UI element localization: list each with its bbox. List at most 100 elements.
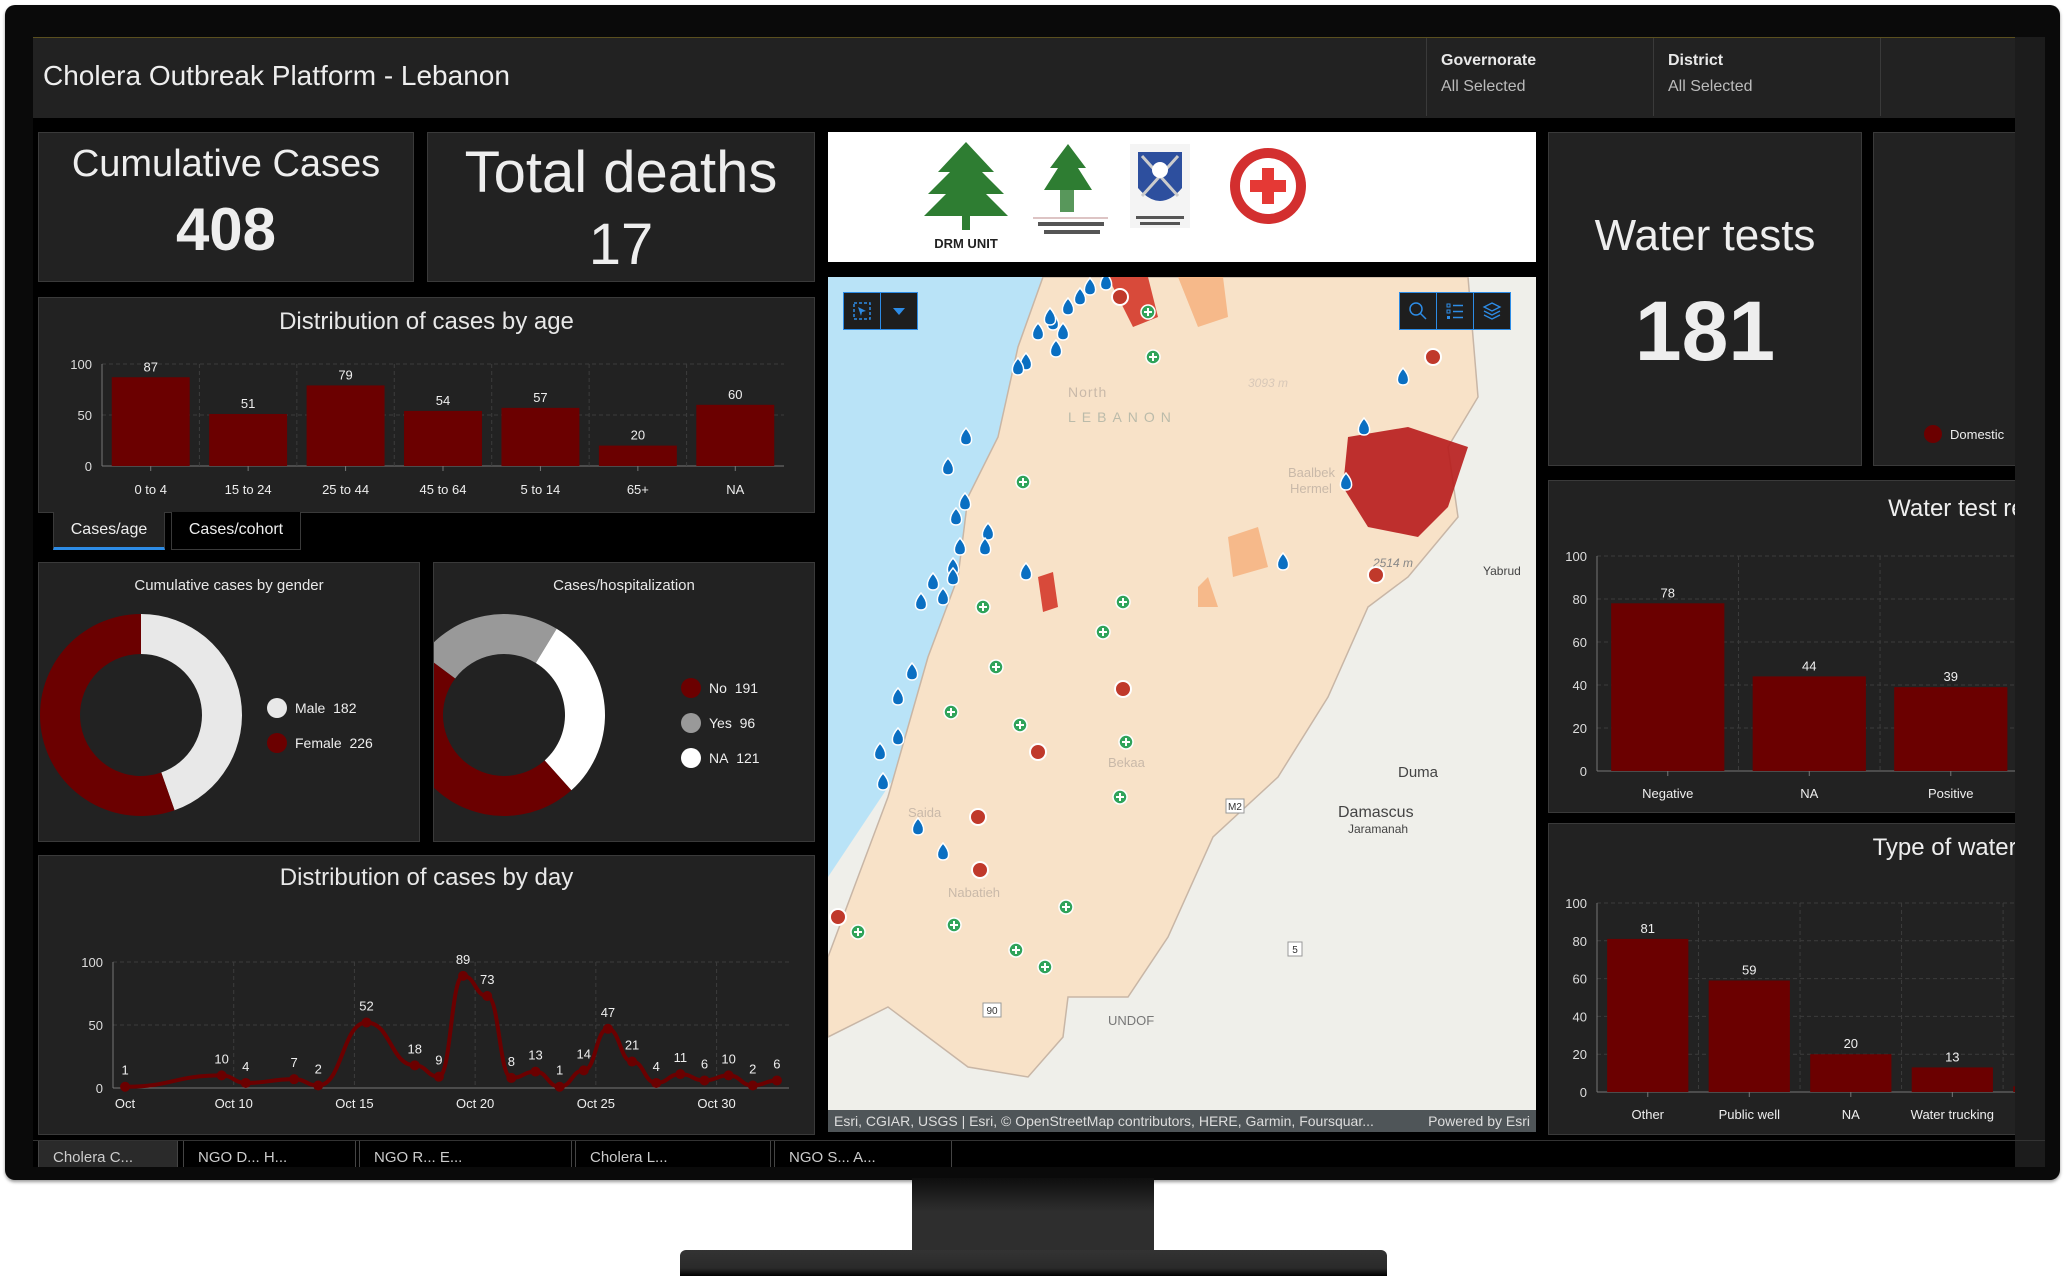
total-deaths-value: 17 [588,212,654,277]
legend-female: Female 226 [267,733,373,753]
map-view[interactable]: North LEBANON Baalbek Hermel Bekaa Saida… [828,277,1536,1132]
water-tests-card: Water tests 181 [1548,132,1862,466]
x-tick-label: NA [726,482,744,497]
x-tick-label: Oct 25 [577,1096,615,1111]
data-label: 13 [528,1048,542,1063]
district-selector[interactable]: District All Selected [1653,38,1880,116]
right-scroll-strip[interactable] [2015,37,2045,1167]
y-tick-label: 100 [1565,896,1587,911]
y-tick-label: 0 [1580,764,1587,779]
female-swatch [267,733,287,753]
page-tab-1[interactable]: Cholera C... [38,1141,178,1167]
road-shield-5: 5 [1287,941,1303,957]
water-source-panel: Type of water sou 0 20 40 60 80 100 81 Other 59 P… [1548,823,2045,1135]
map-layers-button[interactable] [1473,292,1511,330]
bar-value-label: 54 [436,393,450,408]
data-point [602,1023,613,1034]
drm-unit-text: DRM UNIT [934,236,998,251]
water-source-bar-chart: 0 20 40 60 80 100 81 Other 59 Public well 20 NA 13 Wa… [1565,896,2045,1122]
select-tool-dropdown[interactable] [880,292,918,330]
map-label-elev1: 3093 m [1248,376,1288,390]
data-label: 11 [674,1050,688,1065]
data-point [554,1081,565,1092]
partner-logos-panel: DRM UNIT [828,132,1536,262]
bar-45-to-64 [404,410,482,466]
x-tick-label: Negative [1642,786,1693,801]
legend-no-label: No [709,680,727,696]
map-label-saida: Saida [908,805,942,820]
page-tab-5[interactable]: NGO S... A... [774,1141,952,1167]
hospitalization-panel: Cases/hospitalization No 191 Yes 96 NA 1… [433,562,815,842]
hospital-marker [829,908,847,926]
x-tick-label: NA [1842,1107,1860,1122]
map-canvas[interactable]: North LEBANON Baalbek Hermel Bekaa Saida… [828,277,1536,1132]
y-tick-label: 0 [85,459,92,474]
map-label-jaramanah: Jaramanah [1348,822,1408,836]
data-label: 73 [480,972,494,987]
total-deaths-card: Total deaths 17 [427,132,815,282]
tab-cases-age[interactable]: Cases/age [53,512,165,550]
page-tab-4[interactable]: Cholera L... [575,1141,771,1167]
x-tick-label: Other [1632,1107,1665,1122]
search-icon [1409,302,1427,320]
third-selector[interactable] [1880,38,2020,116]
data-point [771,1075,782,1086]
map-search-button[interactable] [1399,292,1437,330]
data-label: 6 [701,1056,708,1071]
red-cross-logo [1230,148,1306,224]
select-region-icon [853,302,871,320]
data-label: 10 [214,1051,228,1066]
monitor-frame: Cholera Outbreak Platform - Lebanon Gove… [5,5,2060,1180]
bar-0-to-4 [111,377,190,466]
bar-value-label: 39 [1944,669,1958,684]
bar-positive [1894,687,2008,771]
data-label: 9 [435,1053,442,1068]
total-deaths-label: Total deaths [464,140,778,205]
y-tick-label: 50 [89,1018,103,1033]
drm-cedar-logo: DRM UNIT [924,142,1008,251]
map-label-north: North [1068,384,1107,400]
monitor-stand-neck [912,1178,1154,1252]
cumulative-cases-label: Cumulative Cases [71,143,381,185]
legend-female-value: 226 [349,735,373,751]
governorate-value: All Selected [1441,78,1526,95]
legend-na: NA 121 [681,748,760,768]
bar-value-label: 87 [143,359,157,374]
y-tick-label: 60 [1573,635,1587,650]
map-label-lebanon: LEBANON [1068,409,1177,425]
road-shield-m2: M2 [1225,798,1245,814]
water-point-marker [936,586,950,606]
page-tab-3[interactable]: NGO R... E... [359,1141,572,1167]
age-distribution-panel: Distribution of cases by age 0 50 100 87 0 t… [38,297,815,513]
svg-text:90: 90 [986,1006,998,1017]
water-tests-value: 181 [1634,284,1776,378]
x-tick-label: 15 to 24 [225,482,272,497]
map-label-nabatieh: Nabatieh [948,885,1000,900]
map-label-damascus: Damascus [1338,804,1414,821]
data-label: 8 [508,1054,515,1069]
legend-female-label: Female [295,735,342,751]
select-tool-button[interactable] [843,292,881,330]
y-tick-label: 100 [1565,549,1587,564]
bar-value-label: 51 [241,396,255,411]
tab-cases-cohort[interactable]: Cases/cohort [171,512,301,550]
map-attribution: Esri, CGIAR, USGS | Esri, © OpenStreetMa… [828,1110,1536,1132]
data-label: 7 [290,1055,297,1070]
data-label: 4 [653,1059,660,1074]
data-label: 21 [625,1038,639,1053]
powered-by-esri[interactable]: Powered by Esri [1428,1110,1530,1132]
x-tick-label: 5 to 14 [521,482,561,497]
bar-25-to-44 [306,385,385,466]
map-legend-button[interactable] [1436,292,1474,330]
y-tick-label: 80 [1573,592,1587,607]
legend-domestic-label: Domestic [1950,426,2005,442]
y-tick-label: 100 [81,955,103,970]
data-label: 18 [408,1041,422,1056]
donut-slice-no [434,662,572,816]
page-tab-2[interactable]: NGO D... H... [183,1141,356,1167]
data-point [627,1056,638,1067]
governorate-selector[interactable]: Governorate All Selected [1426,38,1653,116]
district-value: All Selected [1668,78,1753,95]
gender-panel: Cumulative cases by gender Male 182 Fema… [38,562,420,842]
legend-yes: Yes 96 [681,713,755,733]
